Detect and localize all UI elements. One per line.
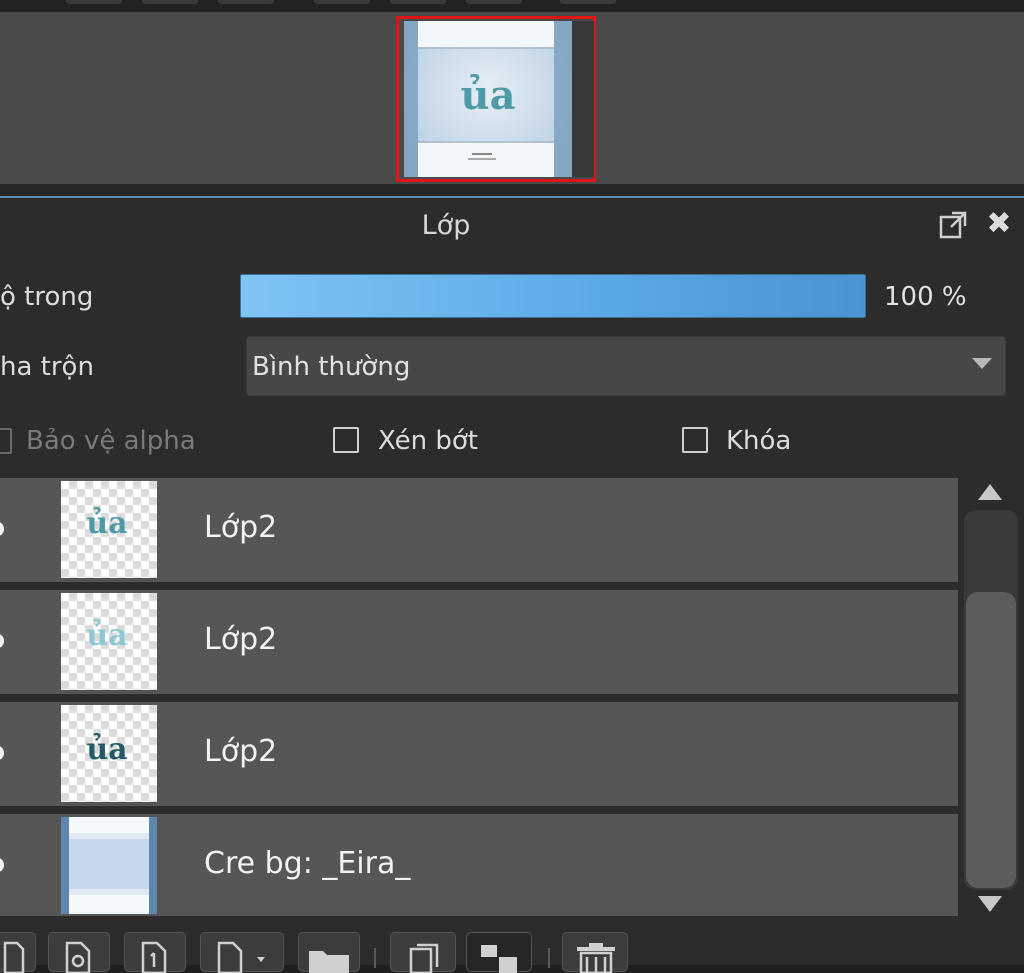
visibility-eye-icon[interactable] <box>0 522 4 536</box>
scroll-down-icon[interactable] <box>978 896 1002 912</box>
layer-row[interactable]: Cre bg: _Eira_ <box>0 814 958 916</box>
top-toolbar-button[interactable] <box>142 0 198 4</box>
top-toolbar-strip <box>0 0 1024 12</box>
layer-name[interactable]: Lớp2 <box>204 510 277 545</box>
chevron-down-icon <box>972 358 992 369</box>
opacity-slider[interactable] <box>240 274 866 318</box>
opacity-value[interactable]: 100 % <box>884 282 967 312</box>
visibility-eye-icon[interactable] <box>0 746 4 760</box>
protect-alpha-checkbox[interactable] <box>0 428 12 454</box>
layer-name[interactable]: Lớp2 <box>204 734 277 769</box>
visibility-eye-icon[interactable] <box>0 858 4 872</box>
close-icon[interactable]: ✖ <box>984 208 1014 240</box>
layer-name[interactable]: Lớp2 <box>204 622 277 657</box>
layer-thumbnail: ủa <box>61 705 157 802</box>
top-toolbar-button[interactable] <box>560 0 616 4</box>
opacity-label: ộ trong <box>0 282 94 312</box>
scrollbar-thumb[interactable] <box>966 592 1016 888</box>
top-toolbar-button[interactable] <box>466 0 522 4</box>
navigator-offcanvas-area <box>572 21 594 177</box>
merge-layer-button[interactable] <box>466 932 532 973</box>
top-toolbar-button[interactable] <box>314 0 370 4</box>
lock-checkbox[interactable] <box>682 427 708 453</box>
new-folder-button[interactable] <box>298 932 360 973</box>
clip-label: Xén bớt <box>378 426 478 456</box>
panel-title: Lớp <box>421 210 471 241</box>
blend-mode-label: ha trộn <box>0 352 94 382</box>
svg-text:ủa: ủa <box>86 732 127 767</box>
float-window-icon[interactable] <box>938 210 968 240</box>
svg-text:ủa: ủa <box>86 618 127 653</box>
duplicate-layer-button[interactable] <box>390 932 456 973</box>
layer-thumbnail: ủa <box>61 481 157 578</box>
chevron-down-icon <box>257 957 265 962</box>
new-layer-from-selection-button[interactable] <box>124 932 186 973</box>
new-vector-layer-button[interactable] <box>48 932 110 973</box>
scroll-up-icon[interactable] <box>978 484 1002 500</box>
panel-splitter[interactable] <box>0 184 1024 196</box>
top-toolbar-button[interactable] <box>218 0 274 4</box>
toolbar-separator <box>548 948 550 968</box>
top-toolbar-button[interactable] <box>390 0 446 4</box>
layer-thumbnail <box>61 817 157 914</box>
delete-layer-button[interactable] <box>562 932 628 973</box>
clip-checkbox[interactable] <box>333 427 359 453</box>
navigator-canvas-preview: ủa <box>404 21 572 177</box>
merge-icon <box>499 957 517 973</box>
visibility-eye-icon[interactable] <box>0 634 4 648</box>
layer-row[interactable]: ủa Lớp2 <box>0 478 958 582</box>
toolbar-separator <box>374 948 376 968</box>
protect-alpha-label: Bảo vệ alpha <box>26 426 196 456</box>
lock-label: Khóa <box>726 426 792 456</box>
layer-thumbnail: ủa <box>61 593 157 690</box>
new-layer-icon <box>3 941 25 973</box>
new-layer-menu-button[interactable] <box>200 932 284 973</box>
new-raster-layer-button[interactable] <box>0 932 36 973</box>
svg-text:ủa: ủa <box>86 506 127 541</box>
top-toolbar-button[interactable] <box>66 0 122 4</box>
layer-name[interactable]: Cre bg: _Eira_ <box>204 846 410 881</box>
layer-row[interactable]: ủa Lớp2 <box>0 590 958 694</box>
svg-text:ủa: ủa <box>461 72 516 119</box>
folder-icon <box>309 951 349 973</box>
layer-list[interactable]: ủa Lớp2 ủa Lớp2 ủa Lớp2 Cre bg: _Eira_ <box>0 478 960 916</box>
blend-mode-value: Bình thường <box>252 352 411 382</box>
trash-icon <box>579 951 613 973</box>
layer-row[interactable]: ủa Lớp2 <box>0 702 958 806</box>
